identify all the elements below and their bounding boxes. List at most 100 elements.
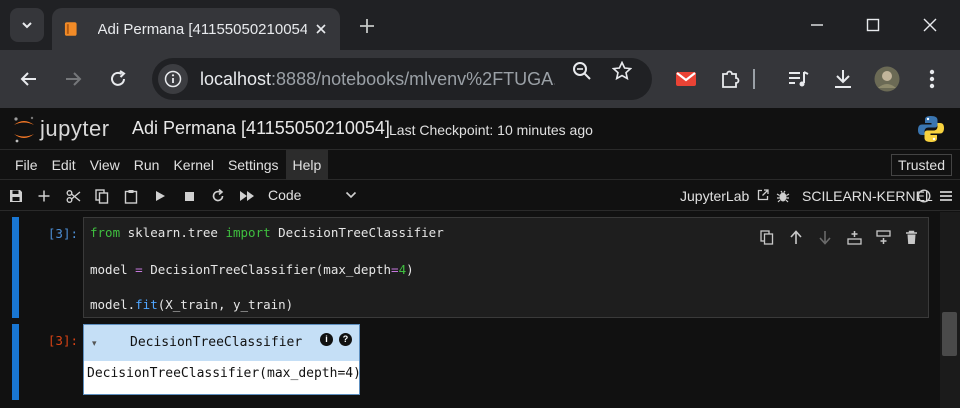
puzzle-icon [722,70,740,88]
arrow-down-icon [819,230,831,245]
trusted-indicator[interactable]: Trusted [891,154,952,176]
insert-cell-above-button[interactable] [845,228,863,246]
code-token: from [90,225,121,240]
jupyter-orbit-icon [14,116,34,143]
info-badge-icon[interactable]: i [320,333,333,346]
external-link-icon [758,189,769,201]
debugger-button[interactable] [773,186,793,206]
cell-type-value: Code [268,187,302,203]
url-text[interactable]: localhost:8888/notebooks/mlvenv%2FTUGA..… [200,69,555,90]
gmail-extension-button[interactable] [672,65,700,93]
search-icon [573,62,591,80]
menu-settings[interactable]: Settings [221,150,286,180]
tab-close-icon[interactable] [313,20,331,38]
downloads-button[interactable] [829,65,857,93]
move-cell-down-button[interactable] [816,228,834,246]
input-collapser[interactable] [12,217,19,318]
reload-button[interactable] [104,65,132,93]
scrollbar-thumb[interactable] [942,312,957,356]
chevron-down-icon [22,22,32,29]
plus-icon [360,19,374,33]
code-token: = [391,262,399,277]
minimize-icon [811,24,823,26]
menu-edit[interactable]: Edit [45,150,83,180]
code-token: = [135,262,143,277]
notebook-toolbar: Code JupyterLab SCILEARN-KERNEL [0,181,960,211]
insert-cell-button[interactable] [34,186,54,206]
jupyter-logo-text: jupyter [40,116,110,141]
estimator-header[interactable]: ▾ DecisionTreeClassifier i ? [84,325,359,361]
profile-avatar-button[interactable] [873,65,901,93]
code-line-3: model.fit(X_train, y_train) [90,297,293,312]
notebook-scrollbar[interactable] [940,212,960,408]
tab-search-button[interactable] [10,8,44,42]
estimator-repr: DecisionTreeClassifier(max_depth=4) [87,366,361,381]
menu-file[interactable]: File [8,150,45,180]
notebook-favicon-icon [64,22,77,36]
python-logo-icon [918,116,944,142]
more-vertical-icon [929,69,935,89]
media-controls-button[interactable] [784,65,812,93]
delete-cell-button[interactable] [902,228,920,246]
browser-tab-active[interactable]: Adi Permana [41155050210054] [52,8,340,50]
jupyterlab-link-text: JupyterLab [680,188,750,204]
back-button[interactable] [15,65,43,93]
toolbar-divider [752,65,756,93]
run-cell-button[interactable] [150,186,170,206]
menu-help[interactable]: Help [285,149,329,180]
expand-arrow-icon[interactable]: ▾ [92,338,97,349]
arrow-up-icon [790,229,802,244]
code-token: sklearn.tree [120,225,226,240]
menu-kernel[interactable]: Kernel [166,150,220,180]
paste-cell-button[interactable] [121,186,141,206]
browser-toolbar: localhost:8888/notebooks/mlvenv%2FTUGA..… [0,50,960,108]
code-token: ) [406,262,414,277]
menu-run[interactable]: Run [127,150,167,180]
input-prompt: [3]: [47,226,78,241]
playlist-icon [789,71,809,87]
star-icon [612,61,632,81]
site-info-button[interactable] [158,64,188,94]
code-token: fit [135,297,158,312]
move-cell-up-button[interactable] [787,228,805,246]
maximize-icon [866,18,880,32]
restart-run-all-button[interactable] [237,186,257,206]
new-tab-button[interactable] [355,14,379,38]
save-button[interactable] [6,186,26,206]
code-editor[interactable]: from sklearn.tree import DecisionTreeCla… [83,217,929,318]
restart-kernel-button[interactable] [208,186,228,206]
output-collapser[interactable] [12,324,19,400]
forward-button[interactable] [59,65,87,93]
minimize-button[interactable] [804,12,830,38]
bug-icon [776,190,790,203]
insert-cell-below-button[interactable] [874,228,892,246]
duplicate-cell-button[interactable] [758,228,776,246]
code-token: DecisionTreeClassifier [270,225,444,240]
interrupt-kernel-button[interactable] [179,186,199,206]
browser-menu-button[interactable] [918,65,946,93]
maximize-button[interactable] [860,12,886,38]
estimator-name: DecisionTreeClassifier [130,335,303,350]
extensions-button[interactable] [716,65,744,93]
arrow-left-icon [20,72,36,86]
cut-cell-button[interactable] [63,186,83,206]
toolbar-overflow-button[interactable] [936,186,956,206]
zoom-search-button[interactable] [570,59,594,83]
code-line-1: from sklearn.tree import DecisionTreeCla… [90,225,444,240]
duplicate-icon [760,229,774,245]
url-host: localhost [200,68,272,89]
restart-icon [212,189,224,202]
close-window-button[interactable] [917,12,943,38]
jupyterlab-link[interactable]: JupyterLab [680,188,769,204]
jupyter-logo[interactable]: jupyter [12,114,110,144]
play-icon [156,191,165,201]
notebook-panel: [3]: from sklearn.tree import DecisionTr… [0,212,940,408]
copy-cell-button[interactable] [92,186,112,206]
cell-type-select[interactable]: Code [268,187,357,203]
save-icon [10,190,22,202]
help-badge-icon[interactable]: ? [339,333,352,346]
notebook-title[interactable]: Adi Permana [41155050210054] [132,118,390,139]
code-token: (X_train, y_train) [157,297,294,312]
menu-view[interactable]: View [83,150,127,180]
bookmark-button[interactable] [610,59,634,83]
